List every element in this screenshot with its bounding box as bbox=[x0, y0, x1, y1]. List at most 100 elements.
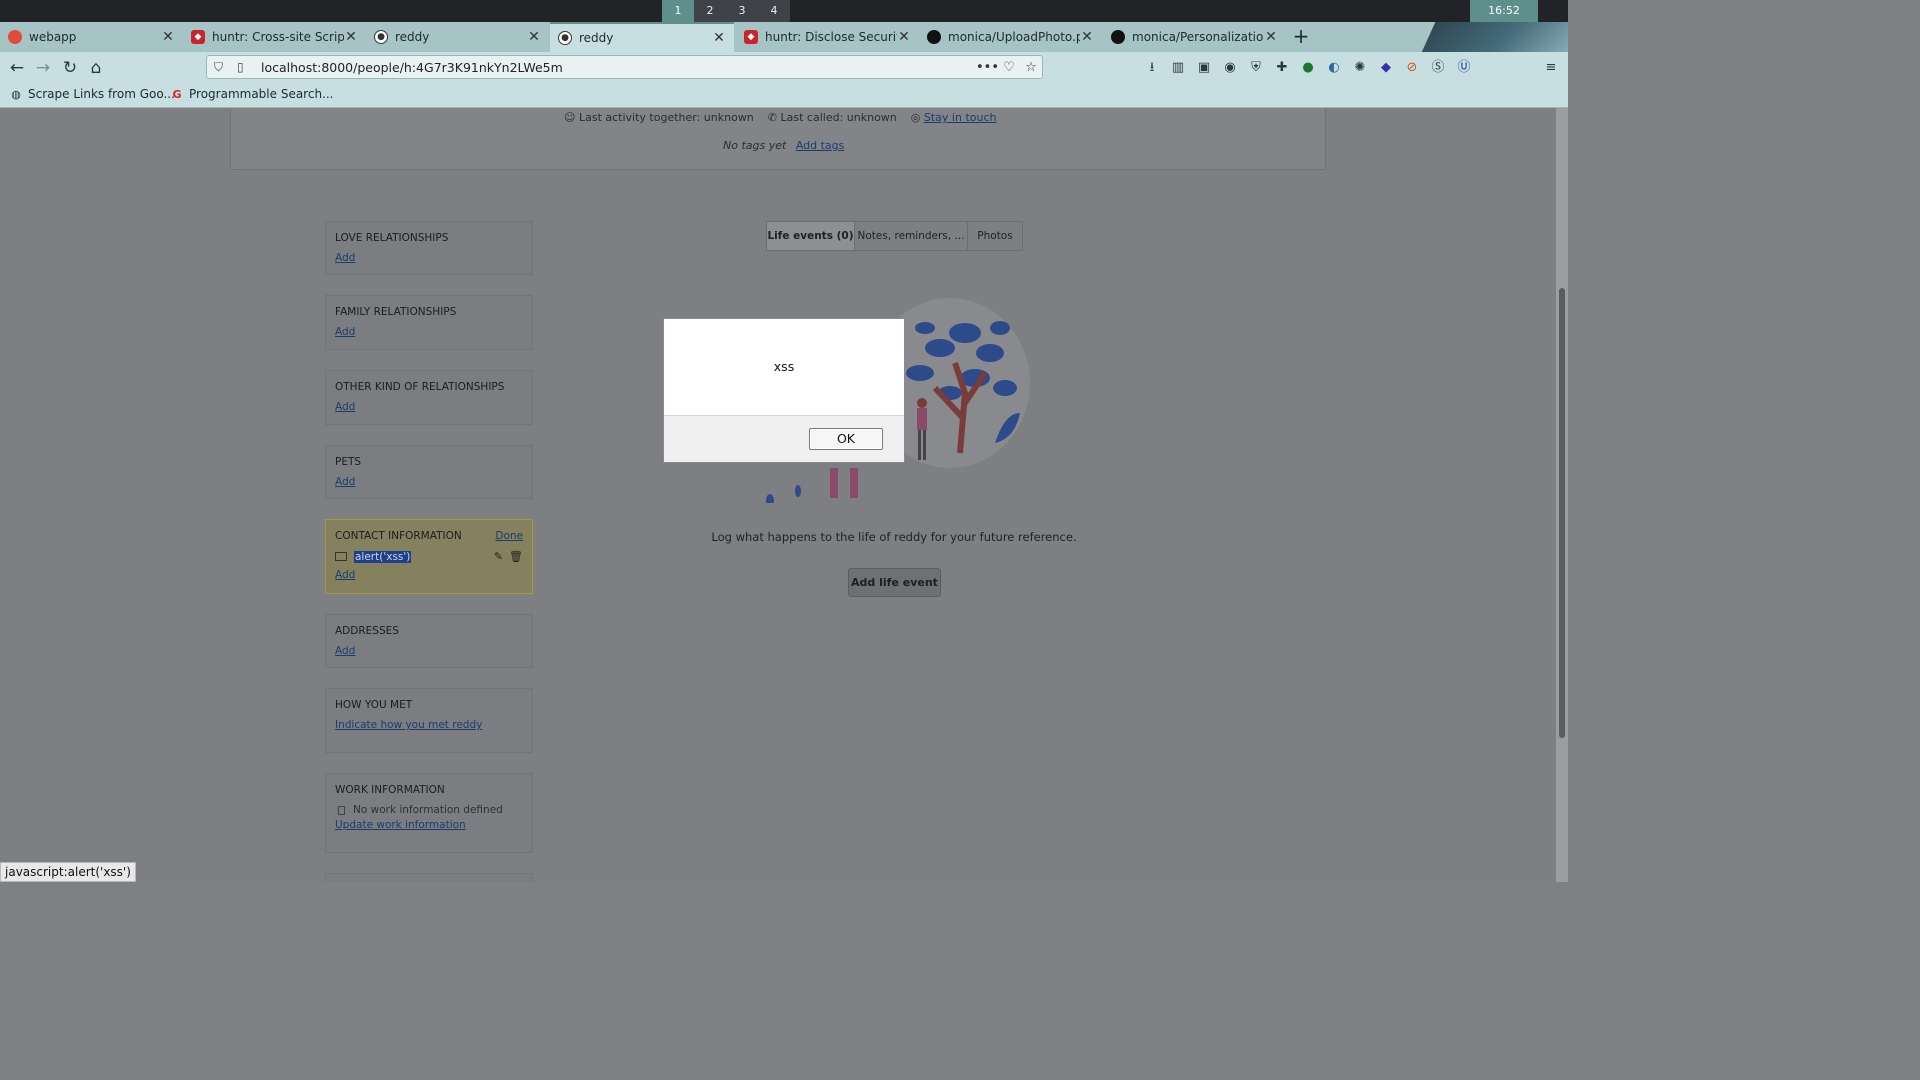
bookmark-scrape-links[interactable]: ◍ Scrape Links from Goo... bbox=[9, 87, 175, 101]
forward-arrow-icon[interactable]: → bbox=[31, 56, 55, 80]
tab-reddy-active[interactable]: ● reddy ✕ bbox=[550, 22, 734, 52]
bookmark-programmable-search[interactable]: G Programmable Search... bbox=[170, 87, 333, 101]
url-text[interactable]: localhost:8000/people/h:4G7r3K91nkYn2LWe… bbox=[261, 60, 976, 75]
monica-favicon-icon: ● bbox=[558, 31, 572, 45]
workspace-2-button[interactable]: 2 bbox=[694, 0, 726, 22]
tab-reddy-1[interactable]: ● reddy ✕ bbox=[366, 22, 549, 52]
add-contact-field-link[interactable]: Add bbox=[335, 569, 523, 581]
extension-puzzle-icon[interactable]: ✚ bbox=[1271, 57, 1293, 79]
browser-tab-strip: webapp ✕ ◆ huntr: Cross-site Scriptin ✕ … bbox=[0, 22, 1568, 108]
tab-huntr-xss[interactable]: ◆ huntr: Cross-site Scriptin ✕ bbox=[183, 22, 366, 52]
close-icon[interactable]: ✕ bbox=[897, 29, 911, 45]
stay-in-touch-link[interactable]: Stay in touch bbox=[924, 111, 997, 124]
globe-icon: ◍ bbox=[11, 87, 21, 101]
reminder-icon: ◎ bbox=[910, 111, 924, 124]
system-clock: 16:52 bbox=[1470, 0, 1538, 22]
pets-section: PETS Add bbox=[325, 445, 533, 499]
downloads-icon[interactable]: ⭳ bbox=[1141, 57, 1163, 79]
close-icon[interactable]: ✕ bbox=[712, 30, 726, 46]
close-icon[interactable]: ✕ bbox=[1264, 29, 1278, 45]
tab-photos[interactable]: Photos bbox=[967, 221, 1023, 251]
how-you-met-section: HOW YOU MET Indicate how you met reddy bbox=[325, 688, 533, 753]
life-events-empty-message: Log what happens to the life of reddy fo… bbox=[711, 530, 1077, 544]
home-icon[interactable]: ⌂ bbox=[84, 56, 108, 80]
extension-green-icon[interactable]: ● bbox=[1297, 57, 1319, 79]
extension-globe-icon[interactable]: ◐ bbox=[1323, 57, 1345, 79]
extension-orange-icon[interactable]: ⊘ bbox=[1401, 57, 1423, 79]
page-scrollbar-thumb[interactable] bbox=[1559, 288, 1565, 738]
tab-label: huntr: Cross-site Scriptin bbox=[212, 30, 344, 44]
tab-label: webapp bbox=[29, 30, 77, 44]
menu-hamburger-icon[interactable]: ≡ bbox=[1540, 57, 1562, 79]
tab-notes-reminders[interactable]: Notes, reminders, ... bbox=[854, 221, 968, 251]
workspace-3-button[interactable]: 3 bbox=[726, 0, 758, 22]
section-title: FAMILY RELATIONSHIPS bbox=[335, 306, 457, 318]
extension-gear-icon[interactable]: ✺ bbox=[1349, 57, 1371, 79]
bookmark-label: Scrape Links from Goo... bbox=[28, 87, 175, 101]
tab-webapp[interactable]: webapp ✕ bbox=[0, 22, 183, 52]
tab-label: monica/UploadPhoto.php bbox=[948, 30, 1080, 44]
bookmark-star-icon[interactable]: ☆ bbox=[1020, 60, 1042, 75]
extension-shield-icon[interactable]: ⛨ bbox=[1245, 57, 1267, 79]
no-tags-text: No tags yet bbox=[723, 139, 787, 152]
add-tags-link[interactable]: Add tags bbox=[796, 139, 845, 152]
stay-in-touch[interactable]: ◎ Stay in touch bbox=[911, 111, 997, 124]
done-link[interactable]: Done bbox=[495, 530, 523, 542]
close-icon[interactable]: ✕ bbox=[161, 29, 175, 45]
workspace-1-button[interactable]: 1 bbox=[662, 0, 694, 22]
add-love-relationship-link[interactable]: Add bbox=[335, 252, 523, 264]
phone-icon: ✆ bbox=[767, 111, 781, 124]
navigation-toolbar: ← → ↻ ⌂ ⛉ ▯ localhost:8000/people/h:4G7r… bbox=[0, 52, 1568, 83]
pocket-icon[interactable]: ♡ bbox=[998, 60, 1020, 75]
tab-huntr-disclose[interactable]: ◆ huntr: Disclose Security V ✕ bbox=[736, 22, 919, 52]
close-icon[interactable]: ✕ bbox=[527, 29, 541, 45]
close-icon[interactable]: ✕ bbox=[344, 29, 358, 45]
extension-icon[interactable]: ◉ bbox=[1219, 57, 1241, 79]
huntr-favicon-icon: ◆ bbox=[744, 30, 758, 44]
page-info-icon[interactable]: ▯ bbox=[237, 60, 253, 74]
back-arrow-icon[interactable]: ← bbox=[5, 56, 29, 80]
tab-github-personalization[interactable]: monica/PersonalizationC ✕ bbox=[1103, 22, 1286, 52]
contact-information-section: CONTACT INFORMATION Done alert('xss') ✎ … bbox=[325, 519, 533, 594]
huntr-favicon-icon: ◆ bbox=[191, 30, 205, 44]
last-activity-label: Last activity together: unknown bbox=[578, 111, 754, 124]
contact-field-value-link[interactable]: alert('xss') bbox=[354, 550, 412, 563]
extension-purple-icon[interactable]: ◆ bbox=[1375, 57, 1397, 79]
next-section bbox=[325, 873, 533, 882]
addresses-section: ADDRESSES Add bbox=[325, 614, 533, 668]
edit-icon[interactable]: ✎ bbox=[494, 550, 503, 563]
sidebar-icon[interactable]: ▣ bbox=[1193, 57, 1215, 79]
github-favicon-icon bbox=[927, 30, 941, 44]
extension-s-icon[interactable]: Ⓢ bbox=[1427, 57, 1449, 79]
tab-label: monica/PersonalizationC bbox=[1132, 30, 1264, 44]
page-viewport: ☺ Last activity together: unknown ✆ Last… bbox=[0, 108, 1556, 882]
page-actions-icon[interactable]: ••• bbox=[976, 60, 999, 75]
tracking-shield-icon[interactable]: ⛉ bbox=[214, 60, 230, 75]
update-work-info-link[interactable]: Update work information bbox=[335, 819, 523, 831]
how-you-met-link[interactable]: Indicate how you met reddy bbox=[335, 719, 523, 731]
close-icon[interactable]: ✕ bbox=[1080, 29, 1094, 45]
alert-ok-button[interactable]: OK bbox=[809, 428, 883, 450]
last-activity-text: ☺ Last activity together: unknown bbox=[564, 111, 754, 124]
add-other-relationship-link[interactable]: Add bbox=[335, 401, 523, 413]
add-life-event-button[interactable]: Add life event bbox=[848, 568, 941, 597]
webapp-favicon-icon bbox=[8, 30, 22, 44]
reload-icon[interactable]: ↻ bbox=[58, 56, 82, 80]
tab-github-uploadphoto[interactable]: monica/UploadPhoto.php ✕ bbox=[919, 22, 1102, 52]
google-icon: G bbox=[172, 87, 182, 101]
add-address-link[interactable]: Add bbox=[335, 645, 523, 657]
new-tab-button[interactable]: + bbox=[1290, 25, 1312, 47]
workspace-4-button[interactable]: 4 bbox=[758, 0, 790, 22]
monica-favicon-icon: ● bbox=[374, 30, 388, 44]
library-icon[interactable]: ▥ bbox=[1167, 57, 1189, 79]
section-title: LOVE RELATIONSHIPS bbox=[335, 232, 449, 244]
add-family-relationship-link[interactable]: Add bbox=[335, 326, 523, 338]
add-pet-link[interactable]: Add bbox=[335, 476, 523, 488]
tab-label: reddy bbox=[395, 30, 430, 44]
trash-icon[interactable]: 🗑 bbox=[509, 550, 523, 563]
tab-life-events[interactable]: Life events (0) bbox=[766, 221, 855, 251]
address-bar[interactable]: ⛉ ▯ localhost:8000/people/h:4G7r3K91nkYn… bbox=[206, 55, 1043, 79]
briefcase-icon bbox=[338, 805, 345, 815]
extension-u-icon[interactable]: Ⓤ bbox=[1453, 57, 1475, 79]
section-title: CONTACT INFORMATION bbox=[335, 530, 462, 542]
